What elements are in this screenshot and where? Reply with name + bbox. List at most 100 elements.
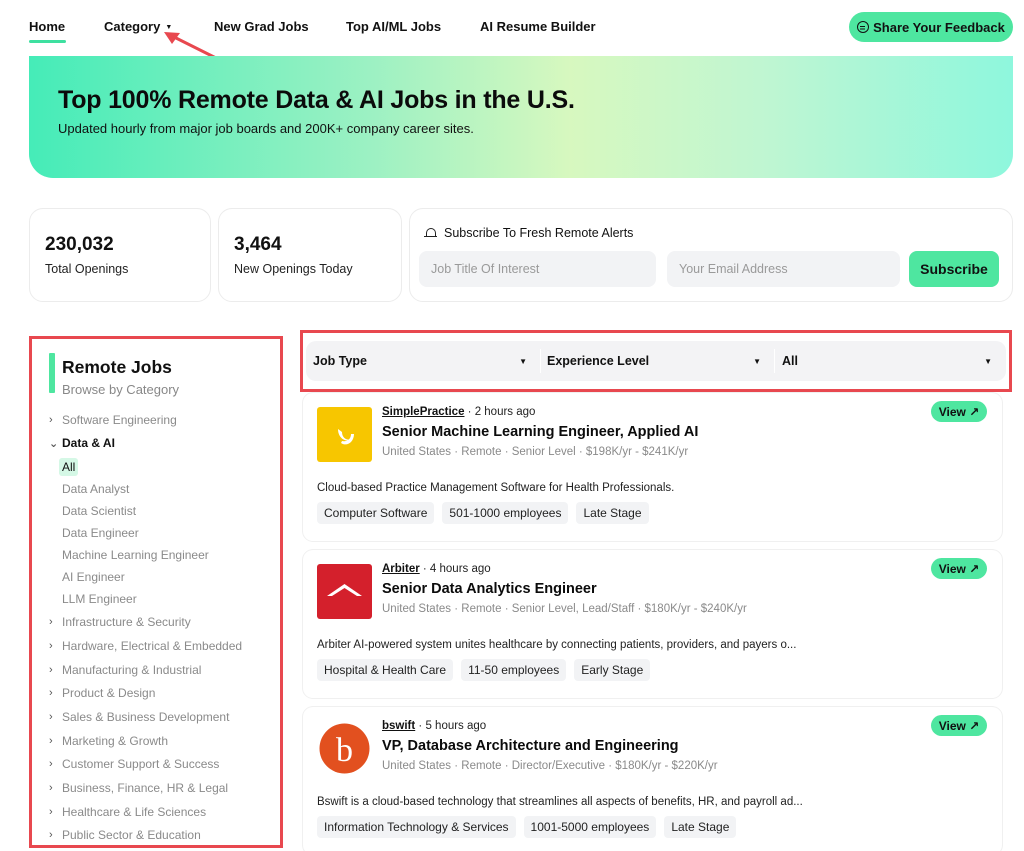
chevron-down-icon: ⌄ [49, 437, 59, 450]
bell-icon [424, 227, 437, 240]
nav-category[interactable]: Category ▼ [104, 19, 172, 34]
subcategory-data-scientist[interactable]: Data Scientist [62, 504, 136, 518]
company-line: SimplePractice · 2 hours ago [382, 406, 535, 418]
sidebar-item-label: Marketing & Growth [62, 734, 169, 748]
nav-home[interactable]: Home [29, 19, 65, 34]
subscribe-button[interactable]: Subscribe [909, 251, 999, 287]
category-sidebar: Remote Jobs Browse by Category › Software… [29, 336, 283, 848]
chevron-right-icon: › [49, 640, 53, 652]
experience-level-select[interactable]: Experience Level ▼ [547, 341, 773, 381]
size-tag: 501-1000 employees [442, 502, 569, 524]
sidebar-item-label: Business, Finance, HR & Legal [62, 781, 229, 795]
new-openings-card: 3,464 New Openings Today [218, 208, 402, 302]
caret-down-icon: ▼ [519, 356, 527, 366]
chevron-right-icon: › [49, 782, 53, 794]
divider [774, 349, 775, 373]
sidebar-item-label: Software Engineering [62, 413, 177, 427]
size-tag: 11-50 employees [461, 659, 567, 681]
job-description: Bswift is a cloud-based technology that … [317, 796, 803, 808]
hero-banner: Top 100% Remote Data & AI Jobs in the U.… [29, 56, 1013, 178]
sidebar-item-data-ai[interactable]: ⌄ Data & AI [49, 436, 115, 450]
subcategory-data-analyst[interactable]: Data Analyst [62, 482, 129, 496]
job-meta: United States · Remote · Director/Execut… [382, 760, 718, 772]
bswift-logo: b [317, 721, 372, 776]
filter-inner: Job Type ▼ Experience Level ▼ All ▼ [306, 341, 1006, 381]
chevron-right-icon: › [49, 758, 53, 770]
job-type-label: Job Type [313, 354, 367, 368]
industry-tag: Computer Software [317, 502, 435, 524]
company-link[interactable]: bswift [382, 720, 415, 732]
total-openings-card: 230,032 Total Openings [29, 208, 211, 302]
simplepractice-logo [317, 407, 372, 462]
sidebar-subtitle: Browse by Category [62, 382, 180, 397]
job-title[interactable]: VP, Database Architecture and Engineerin… [382, 738, 679, 754]
sidebar-item-label: Data & AI [62, 436, 115, 450]
job-tags: Hospital & Health Care 11-50 employees E… [317, 659, 651, 681]
job-title-input[interactable] [419, 251, 656, 287]
chevron-right-icon: › [49, 711, 53, 723]
subcategory-data-engineer[interactable]: Data Engineer [62, 526, 139, 540]
chevron-right-icon: › [49, 735, 53, 747]
sidebar-item-product-design[interactable]: › Product & Design [49, 686, 155, 700]
industry-tag: Hospital & Health Care [317, 659, 454, 681]
subscribe-card: Subscribe To Fresh Remote Alerts Subscri… [409, 208, 1013, 302]
job-description: Arbiter AI-powered system unites healthc… [317, 639, 797, 651]
job-type-select[interactable]: Job Type ▼ [313, 341, 539, 381]
subcategory-all[interactable]: All [59, 458, 79, 476]
share-feedback-button[interactable]: Share Your Feedback [849, 12, 1013, 42]
sidebar-item-marketing[interactable]: › Marketing & Growth [49, 734, 168, 748]
job-meta: United States · Remote · Senior Level · … [382, 446, 689, 458]
chevron-right-icon: › [49, 414, 53, 426]
sidebar-item-label: Customer Support & Success [62, 757, 220, 771]
sidebar-item-business-finance[interactable]: › Business, Finance, HR & Legal [49, 781, 228, 795]
stage-tag: Early Stage [574, 659, 651, 681]
subscribe-title: Subscribe To Fresh Remote Alerts [424, 226, 633, 240]
nav-ai-resume-builder[interactable]: AI Resume Builder [480, 19, 596, 34]
email-input[interactable] [667, 251, 900, 287]
nav-top-ai-ml-jobs[interactable]: Top AI/ML Jobs [346, 19, 441, 34]
sidebar-item-customer-support[interactable]: › Customer Support & Success [49, 757, 219, 771]
sidebar-item-manufacturing[interactable]: › Manufacturing & Industrial [49, 663, 201, 677]
new-openings-label: New Openings Today [234, 262, 353, 276]
subcategory-ml-engineer[interactable]: Machine Learning Engineer [62, 548, 209, 562]
subcategory-llm-engineer[interactable]: LLM Engineer [62, 592, 137, 606]
caret-down-icon: ▼ [984, 356, 992, 366]
subcategory-ai-engineer[interactable]: AI Engineer [62, 570, 125, 584]
company-line: Arbiter · 4 hours ago [382, 563, 491, 575]
job-title[interactable]: Senior Data Analytics Engineer [382, 581, 597, 597]
sidebar-item-healthcare[interactable]: › Healthcare & Life Sciences [49, 805, 206, 819]
view-button[interactable]: View ↗ [931, 715, 987, 736]
all-select[interactable]: All ▼ [782, 341, 1004, 381]
view-button[interactable]: View ↗ [931, 401, 987, 422]
sidebar-item-software-engineering[interactable]: › Software Engineering [49, 413, 177, 427]
job-card[interactable]: Arbiter · 4 hours ago Senior Data Analyt… [303, 550, 1002, 698]
company-link[interactable]: SimplePractice [382, 406, 464, 418]
job-card[interactable]: b bswift · 5 hours ago VP, Database Arch… [303, 707, 1002, 851]
sidebar-item-label: Healthcare & Life Sciences [62, 805, 207, 819]
all-select-label: All [782, 354, 798, 368]
chevron-right-icon: › [49, 829, 53, 841]
total-openings-value: 230,032 [45, 234, 114, 255]
new-openings-value: 3,464 [234, 234, 282, 255]
view-button[interactable]: View ↗ [931, 558, 987, 579]
nav-new-grad-jobs[interactable]: New Grad Jobs [214, 19, 309, 34]
sidebar-item-sales[interactable]: › Sales & Business Development [49, 710, 229, 724]
chevron-right-icon: › [49, 806, 53, 818]
total-openings-label: Total Openings [45, 262, 129, 276]
sidebar-item-label: Product & Design [62, 686, 156, 700]
sidebar-item-label: Sales & Business Development [62, 710, 230, 724]
sidebar-item-hardware[interactable]: › Hardware, Electrical & Embedded [49, 639, 242, 653]
company-link[interactable]: Arbiter [382, 563, 420, 575]
job-meta: United States · Remote · Senior Level, L… [382, 603, 747, 615]
job-card[interactable]: SimplePractice · 2 hours ago Senior Mach… [303, 393, 1002, 541]
job-title[interactable]: Senior Machine Learning Engineer, Applie… [382, 424, 698, 440]
industry-tag: Information Technology & Services [317, 816, 516, 838]
sidebar-item-label: Hardware, Electrical & Embedded [62, 639, 243, 653]
filter-bar: Job Type ▼ Experience Level ▼ All ▼ [300, 330, 1012, 392]
top-nav: Home Category ▼ New Grad Jobs Top AI/ML J… [0, 0, 1024, 54]
nav-category-label: Category [104, 19, 161, 34]
subscribe-title-text: Subscribe To Fresh Remote Alerts [444, 226, 634, 240]
sidebar-item-public-sector[interactable]: › Public Sector & Education [49, 828, 201, 842]
svg-text:b: b [336, 732, 353, 769]
sidebar-item-infrastructure-security[interactable]: › Infrastructure & Security [49, 615, 191, 629]
